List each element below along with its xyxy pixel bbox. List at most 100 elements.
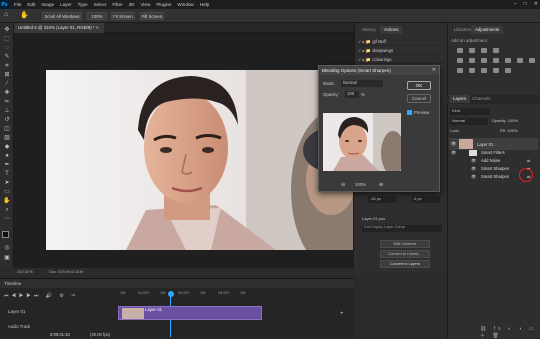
close-tab-icon[interactable]: ×	[96, 25, 99, 30]
type-tool-icon[interactable]: T	[3, 171, 11, 178]
close-icon[interactable]: ✕	[534, 0, 538, 9]
action-set[interactable]: ✓ ▸ 📁 sleepwings	[358, 46, 444, 55]
blur-icon[interactable]: ◆	[3, 144, 11, 151]
foreground-color[interactable]	[2, 231, 9, 238]
dialog-close-icon[interactable]: ✕	[432, 67, 436, 73]
visibility-eye-icon[interactable]: 👁	[451, 141, 456, 147]
layer-name[interactable]: Smart Sharpen	[481, 174, 509, 179]
menu-image[interactable]: Image	[38, 2, 57, 7]
layer-row[interactable]: 👁 Add Noise ⇌	[449, 158, 538, 165]
posterize-icon[interactable]	[469, 68, 475, 73]
menu-help[interactable]: Help	[197, 2, 212, 7]
marquee-tool-icon[interactable]: ⬚	[3, 36, 11, 43]
crop-tool-icon[interactable]: ⌗	[3, 63, 11, 70]
zoom-tool-icon[interactable]: ⌕	[3, 207, 11, 214]
menu-layer[interactable]: Layer	[57, 2, 75, 7]
channel-mixer-icon[interactable]	[517, 58, 523, 63]
color-lookup-icon[interactable]	[529, 58, 535, 63]
dialog-preview-image[interactable]	[323, 113, 401, 171]
layer-name[interactable]: Smart Filters	[481, 150, 505, 155]
mode-select[interactable]: Normal	[341, 80, 383, 87]
healing-brush-icon[interactable]: ✚	[3, 90, 11, 97]
move-tool-icon[interactable]: ✥	[3, 27, 11, 34]
action-set[interactable]: ✓ ▸ 📁 colourings	[358, 55, 444, 64]
black-white-icon[interactable]	[493, 58, 499, 63]
frame-tool-icon[interactable]: ⊠	[3, 72, 11, 79]
preview-checkbox[interactable]	[407, 110, 412, 115]
layer-fill[interactable]: Fill: 100%	[500, 128, 518, 133]
timeline-layer-name[interactable]: Layer 01	[8, 309, 26, 314]
selective-color-icon[interactable]	[505, 68, 511, 73]
width-field[interactable]: -32 px	[368, 196, 396, 203]
eyedropper-icon[interactable]: ⁄	[3, 81, 11, 88]
curves-icon[interactable]	[481, 48, 487, 53]
gradient-icon[interactable]: ▨	[3, 135, 11, 142]
lasso-tool-icon[interactable]: ◌	[3, 45, 11, 52]
playhead[interactable]	[168, 291, 174, 297]
minimize-icon[interactable]: –	[514, 0, 517, 9]
zoom-in-icon[interactable]: ⊕	[379, 182, 383, 188]
playback-controls[interactable]: ⏮◀▶▶⏭ 🔊 ⚙ ✂	[4, 293, 78, 299]
rectangle-tool-icon[interactable]: ▭	[3, 189, 11, 196]
eraser-icon[interactable]: ◫	[3, 126, 11, 133]
screen-mode-icon[interactable]: ▣	[3, 255, 11, 262]
time-ruler[interactable]: 10f 01:00f 10f 02:00f 10f 03:00f 10f	[114, 291, 264, 298]
convert-linked-button[interactable]: Convert to Linked...	[380, 250, 430, 258]
layer-row[interactable]: 👁 Layer 01	[449, 138, 538, 150]
layer-name[interactable]: Add Noise	[481, 158, 500, 163]
menu-edit[interactable]: Edit	[24, 2, 38, 7]
menu-file[interactable]: File	[11, 2, 24, 7]
path-select-icon[interactable]: ➤	[3, 180, 11, 187]
tab-channels[interactable]: Channels	[468, 95, 495, 103]
height-field[interactable]: 0 px	[412, 196, 440, 203]
blending-options-icon[interactable]: ⇌	[527, 158, 531, 163]
adjustment-icons[interactable]	[451, 46, 536, 86]
ok-button[interactable]: OK	[407, 81, 431, 90]
more-tools-icon[interactable]: ⋯	[3, 216, 11, 223]
quick-select-icon[interactable]: ✎	[3, 54, 11, 61]
scroll-all-windows-checkbox[interactable]: Scroll All Windows	[42, 12, 82, 20]
visibility-eye-icon[interactable]: 👁	[471, 166, 476, 172]
status-zoom[interactable]: 310.52%	[17, 269, 33, 274]
menu-select[interactable]: Select	[91, 2, 110, 7]
dodge-icon[interactable]: ●	[3, 153, 11, 160]
cancel-button[interactable]: Cancel	[407, 94, 431, 103]
tab-layers[interactable]: Layers	[449, 95, 471, 103]
canvas-photo[interactable]	[46, 70, 353, 250]
opacity-input[interactable]: 100	[345, 91, 359, 98]
menu-filter[interactable]: Filter	[109, 2, 125, 7]
document-tab[interactable]: Untitled-2 @ 310% (Layer 01, RGB/8) * ×	[14, 23, 104, 33]
brightness-icon[interactable]	[457, 48, 463, 53]
quick-mask-icon[interactable]: ◎	[3, 245, 11, 252]
home-icon[interactable]: ⌂	[4, 11, 8, 18]
layer-opacity[interactable]: Opacity: 100%	[492, 118, 518, 123]
tab-adjustments[interactable]: Adjustments	[471, 26, 504, 34]
fill-screen-button[interactable]: Fill Screen	[140, 12, 164, 20]
blend-mode-select[interactable]: Normal	[450, 118, 488, 125]
layer-name[interactable]: Smart Sharpen	[481, 166, 509, 171]
fit-screen-button[interactable]: Fit Screen	[111, 12, 135, 20]
levels-icon[interactable]	[469, 48, 475, 53]
menu-window[interactable]: Window	[174, 2, 196, 7]
exposure-icon[interactable]	[493, 48, 499, 53]
layer-comp-select[interactable]: Don't Apply Layer Comp	[362, 225, 442, 232]
add-media-icon[interactable]: +	[340, 311, 344, 317]
hand-icon[interactable]: ✋	[3, 198, 11, 205]
menu-view[interactable]: View	[137, 2, 153, 7]
tab-actions[interactable]: Actions	[380, 26, 403, 34]
edit-contents-button[interactable]: Edit Contents	[380, 240, 430, 248]
maximize-icon[interactable]: □	[524, 0, 527, 9]
brush-tool-icon[interactable]: ✏	[3, 99, 11, 106]
visibility-eye-icon[interactable]: 👁	[471, 158, 476, 164]
gradient-map-icon[interactable]	[493, 68, 499, 73]
vibrance-icon[interactable]	[457, 58, 463, 63]
clone-stamp-icon[interactable]: ⊥	[3, 108, 11, 115]
photo-filter-icon[interactable]	[505, 58, 511, 63]
layer-footer-icons[interactable]: ⛓ fx ◐ ◑ ▭ ＋ 🗑	[480, 326, 540, 339]
layer-kind-filter[interactable]: Kind	[450, 108, 490, 115]
hue-saturation-icon[interactable]	[469, 58, 475, 63]
zoom-100-button[interactable]: 100%	[87, 12, 107, 20]
menu-plugins[interactable]: Plugins	[153, 2, 174, 7]
convert-to-layers-button[interactable]: Convert to Layers	[380, 260, 430, 268]
threshold-icon[interactable]	[481, 68, 487, 73]
